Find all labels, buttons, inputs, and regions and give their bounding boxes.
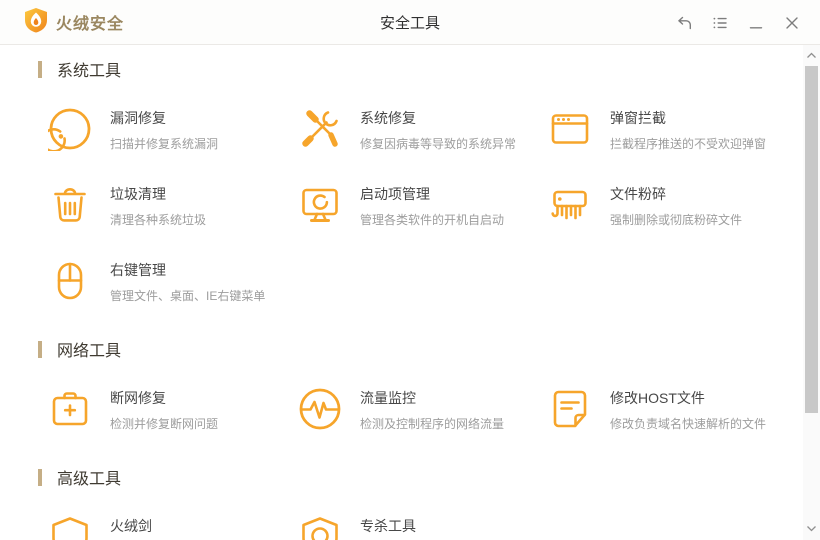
tools-content: 系统工具漏洞修复扫描并修复系统漏洞 系统修复修复因病毒等导致的系统异常 弹窗拦截拦截…	[0, 45, 820, 540]
tool-text: 修改HOST文件修改负责域名快速解析的文件	[610, 385, 766, 432]
tool-name: 漏洞修复	[110, 110, 166, 126]
virus-killer-shield-icon	[298, 513, 342, 540]
tool-desc: 修复因病毒等导致的系统异常	[360, 137, 517, 151]
tool-item-system-repair[interactable]: 系统修复修复因病毒等导致的系统异常	[298, 105, 548, 153]
tool-desc: 拦截程序推送的不受欢迎弹窗	[610, 137, 767, 151]
section-title-text: 高级工具	[57, 471, 122, 488]
scrollbar[interactable]	[803, 45, 820, 540]
tool-item-traffic-monitor[interactable]: 流量监控检测及控制程序的网络流量	[298, 385, 548, 433]
tool-text: 垃圾清理清理各种系统垃圾	[110, 181, 206, 228]
tools-section: 网络工具断网修复检测并修复断网问题 流量监控检测及控制程序的网络流量 修改HOST文…	[38, 339, 782, 433]
tool-text: 火绒剑	[110, 513, 152, 540]
section-title-bar	[38, 60, 42, 78]
close-icon[interactable]	[774, 7, 810, 39]
tool-item-startup-manager[interactable]: 启动项管理管理各类软件的开机自启动	[298, 181, 548, 229]
tool-desc: 强制删除或彻底粉碎文件	[610, 213, 743, 227]
shield-flame-logo-icon	[24, 7, 48, 38]
tool-name: 断网修复	[110, 390, 166, 406]
section-title-bar	[38, 340, 42, 358]
section-title-text: 网络工具	[57, 343, 122, 360]
tool-desc: 修改负责域名快速解析的文件	[610, 417, 767, 431]
tool-item-vulnerability-fix[interactable]: 漏洞修复扫描并修复系统漏洞	[48, 105, 298, 153]
tools-section: 系统工具漏洞修复扫描并修复系统漏洞 系统修复修复因病毒等导致的系统异常 弹窗拦截拦截…	[38, 59, 782, 305]
tool-text: 系统修复修复因病毒等导致的系统异常	[360, 105, 516, 152]
system-repair-icon	[298, 105, 342, 153]
section-title: 高级工具	[38, 467, 782, 488]
tool-desc: 清理各种系统垃圾	[110, 213, 207, 227]
tool-item-junk-clean[interactable]: 垃圾清理清理各种系统垃圾	[48, 181, 298, 229]
tool-name: 系统修复	[360, 110, 416, 126]
junk-clean-icon	[48, 181, 92, 229]
tools-section: 高级工具火绒剑 专杀工具	[38, 467, 782, 540]
tool-text: 启动项管理管理各类软件的开机自启动	[360, 181, 504, 228]
tool-desc: 检测并修复断网问题	[110, 417, 219, 431]
tool-name: 弹窗拦截	[610, 110, 666, 126]
tool-item-popup-block[interactable]: 弹窗拦截拦截程序推送的不受欢迎弹窗	[548, 105, 808, 153]
tool-text: 右键管理管理文件、桌面、IE右键菜单	[110, 257, 265, 304]
tool-grid: 火绒剑 专杀工具	[48, 513, 782, 540]
tool-name: 流量监控	[360, 390, 416, 406]
tool-item-network-repair[interactable]: 断网修复检测并修复断网问题	[48, 385, 298, 433]
tool-name: 垃圾清理	[110, 186, 166, 202]
tool-text: 文件粉碎强制删除或彻底粉碎文件	[610, 181, 742, 228]
tool-desc: 检测及控制程序的网络流量	[360, 417, 505, 431]
tool-desc: 管理各类软件的开机自启动	[360, 213, 505, 227]
tool-name: 火绒剑	[110, 518, 152, 534]
brand: 火绒安全	[24, 7, 124, 38]
file-shredder-icon	[548, 181, 592, 229]
tool-item-virus-killer-shield[interactable]: 专杀工具	[298, 513, 548, 540]
tool-desc: 扫描并修复系统漏洞	[110, 137, 219, 151]
popup-block-icon	[548, 105, 592, 153]
list-menu-icon[interactable]	[702, 7, 738, 39]
app-name: 火绒安全	[56, 16, 125, 33]
tool-name: 修改HOST文件	[610, 390, 705, 406]
app-window: 火绒安全 安全工具 系统工具 漏洞修复 扫描并修复系统漏洞 系统修复 修复因病毒…	[0, 0, 820, 540]
titlebar: 火绒安全 安全工具	[0, 0, 820, 45]
tool-text: 漏洞修复扫描并修复系统漏洞	[110, 105, 218, 152]
tool-name: 文件粉碎	[610, 186, 666, 202]
tool-grid: 漏洞修复扫描并修复系统漏洞 系统修复修复因病毒等导致的系统异常 弹窗拦截拦截程序推送…	[48, 105, 782, 305]
tool-text: 专杀工具	[360, 513, 416, 540]
tool-item-huorong-sword-shield[interactable]: 火绒剑	[48, 513, 298, 540]
startup-manager-icon	[298, 181, 342, 229]
window-controls	[666, 0, 810, 45]
tool-item-host-file[interactable]: 修改HOST文件修改负责域名快速解析的文件	[548, 385, 808, 433]
tool-name: 专杀工具	[360, 518, 416, 534]
scroll-up-icon[interactable]	[803, 47, 820, 63]
right-click-menu-icon	[48, 257, 92, 305]
minimize-icon[interactable]	[738, 7, 774, 39]
tool-name: 启动项管理	[360, 186, 430, 202]
tool-item-right-click-menu[interactable]: 右键管理管理文件、桌面、IE右键菜单	[48, 257, 298, 305]
tool-grid: 断网修复检测并修复断网问题 流量监控检测及控制程序的网络流量 修改HOST文件修改负…	[48, 385, 782, 433]
host-file-icon	[548, 385, 592, 433]
tool-item-file-shredder[interactable]: 文件粉碎强制删除或彻底粉碎文件	[548, 181, 808, 229]
traffic-monitor-icon	[298, 385, 342, 433]
vulnerability-fix-icon	[48, 105, 92, 153]
network-repair-icon	[48, 385, 92, 433]
huorong-sword-shield-icon	[48, 513, 92, 540]
section-title-text: 系统工具	[57, 63, 122, 80]
scroll-down-icon[interactable]	[803, 520, 820, 536]
tool-text: 流量监控检测及控制程序的网络流量	[360, 385, 504, 432]
section-title-bar	[38, 468, 42, 486]
tool-text: 弹窗拦截拦截程序推送的不受欢迎弹窗	[610, 105, 766, 152]
scrollbar-thumb[interactable]	[805, 66, 818, 413]
tool-name: 右键管理	[110, 262, 166, 278]
tool-text: 断网修复检测并修复断网问题	[110, 385, 218, 432]
section-title: 网络工具	[38, 339, 782, 360]
tool-desc: 管理文件、桌面、IE右键菜单	[110, 289, 266, 303]
back-icon[interactable]	[666, 7, 702, 39]
section-title: 系统工具	[38, 59, 782, 80]
